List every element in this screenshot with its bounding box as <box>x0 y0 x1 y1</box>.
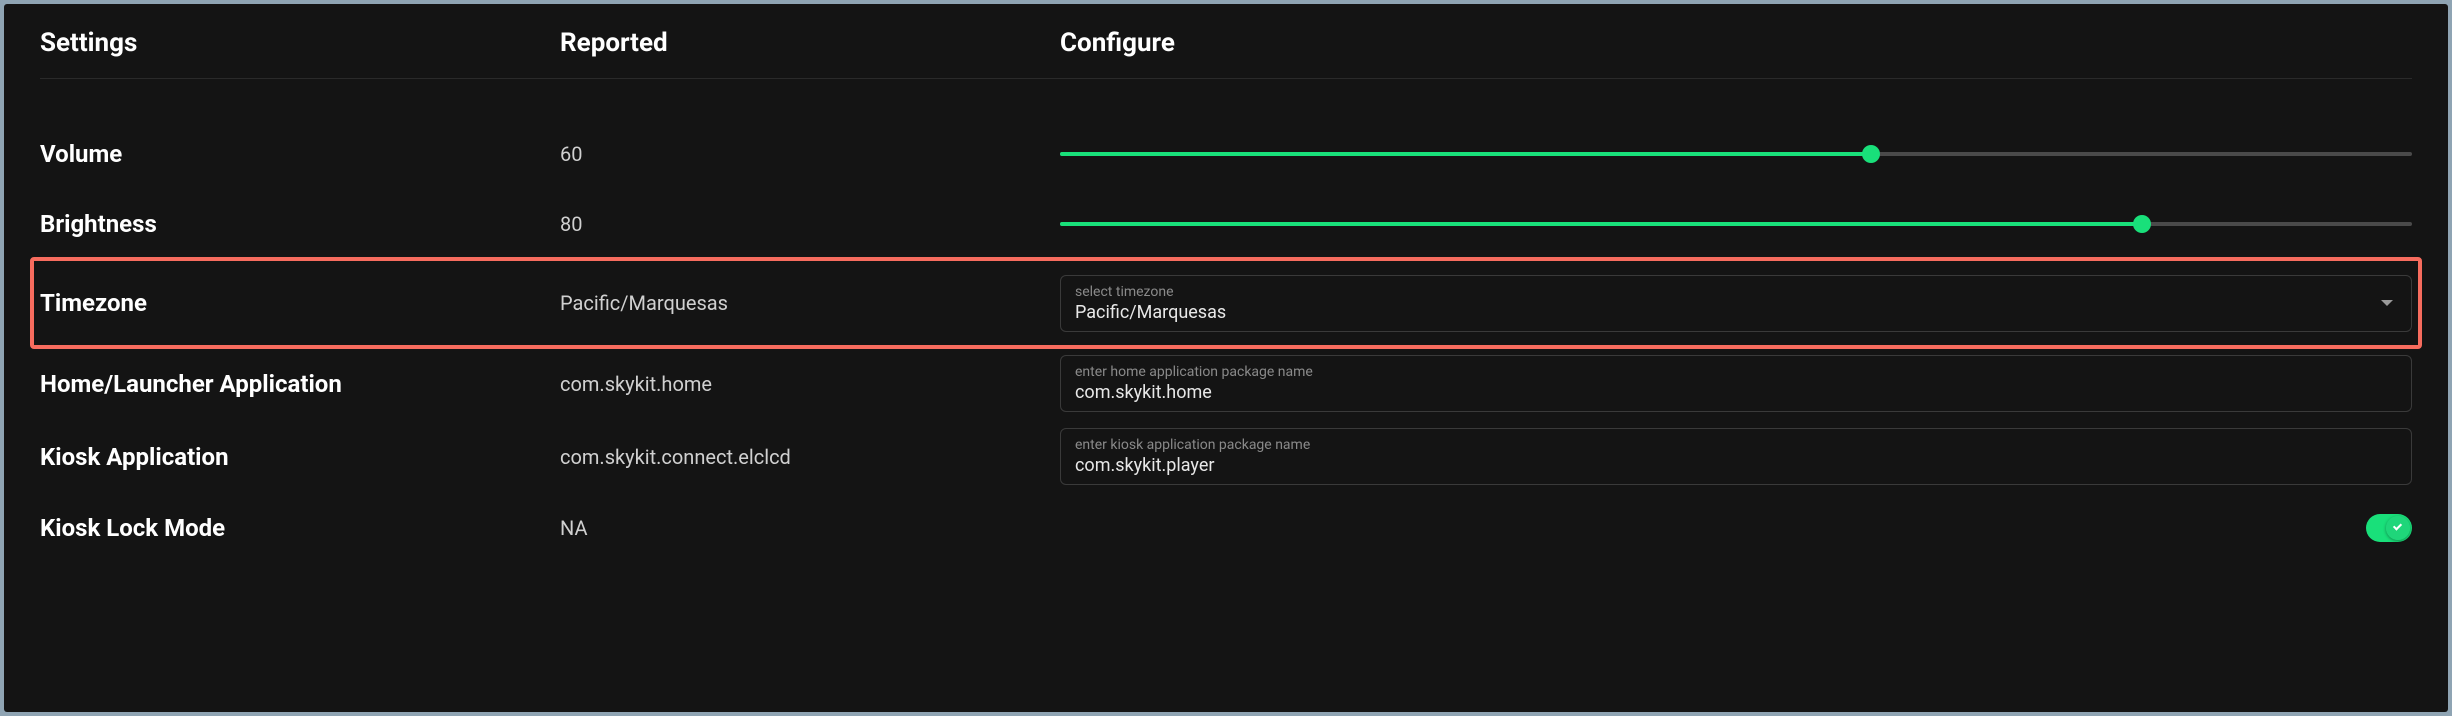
volume-configure <box>1060 142 2412 166</box>
volume-slider[interactable] <box>1060 142 2412 166</box>
kiosk-lock-reported: NA <box>560 516 1060 540</box>
kiosk-app-placeholder: enter kiosk application package name <box>1075 437 2397 453</box>
home-app-input-wrap: enter home application package name <box>1060 355 2412 412</box>
header-configure: Configure <box>1060 28 2412 58</box>
row-kiosk-lock: Kiosk Lock Mode NA <box>40 493 2412 563</box>
kiosk-lock-configure <box>1060 514 2412 542</box>
check-icon <box>2392 522 2404 534</box>
row-brightness: Brightness 80 <box>40 189 2412 259</box>
kiosk-app-input[interactable] <box>1075 455 2397 476</box>
timezone-placeholder: select timezone <box>1075 284 2397 300</box>
header-settings: Settings <box>40 28 560 58</box>
volume-reported: 60 <box>560 142 1060 166</box>
kiosk-app-input-wrap: enter kiosk application package name <box>1060 428 2412 485</box>
kiosk-app-label: Kiosk Application <box>40 443 560 471</box>
kiosk-lock-label: Kiosk Lock Mode <box>40 514 560 542</box>
kiosk-app-reported: com.skykit.connect.elclcd <box>560 445 1060 469</box>
timezone-label: Timezone <box>40 289 560 317</box>
home-app-input[interactable] <box>1075 382 2397 403</box>
kiosk-app-configure: enter kiosk application package name <box>1060 428 2412 485</box>
slider-thumb[interactable] <box>1862 145 1880 163</box>
home-app-label: Home/Launcher Application <box>40 370 560 398</box>
row-home-app: Home/Launcher Application com.skykit.hom… <box>40 347 2412 420</box>
header-reported: Reported <box>560 28 1060 58</box>
kiosk-lock-toggle[interactable] <box>2366 514 2412 542</box>
row-kiosk-app: Kiosk Application com.skykit.connect.elc… <box>40 420 2412 493</box>
settings-panel: Settings Reported Configure Volume 60 Br… <box>4 4 2448 712</box>
timezone-reported: Pacific/Marquesas <box>560 291 1060 315</box>
row-timezone: Timezone Pacific/Marquesas select timezo… <box>32 259 2420 347</box>
timezone-select[interactable]: select timezone Pacific/Marquesas <box>1060 275 2412 332</box>
toggle-knob <box>2386 516 2410 540</box>
home-app-reported: com.skykit.home <box>560 372 1060 396</box>
brightness-reported: 80 <box>560 212 1060 236</box>
slider-thumb[interactable] <box>2133 215 2151 233</box>
timezone-configure: select timezone Pacific/Marquesas <box>1060 275 2412 332</box>
home-app-placeholder: enter home application package name <box>1075 364 2397 380</box>
home-app-configure: enter home application package name <box>1060 355 2412 412</box>
slider-fill <box>1060 152 1871 156</box>
brightness-label: Brightness <box>40 210 560 238</box>
row-volume: Volume 60 <box>40 119 2412 189</box>
brightness-slider[interactable] <box>1060 212 2412 236</box>
volume-label: Volume <box>40 140 560 168</box>
slider-fill <box>1060 222 2142 226</box>
table-header-row: Settings Reported Configure <box>40 28 2412 79</box>
timezone-value: Pacific/Marquesas <box>1075 302 2397 323</box>
chevron-down-icon <box>2381 300 2393 306</box>
brightness-configure <box>1060 212 2412 236</box>
